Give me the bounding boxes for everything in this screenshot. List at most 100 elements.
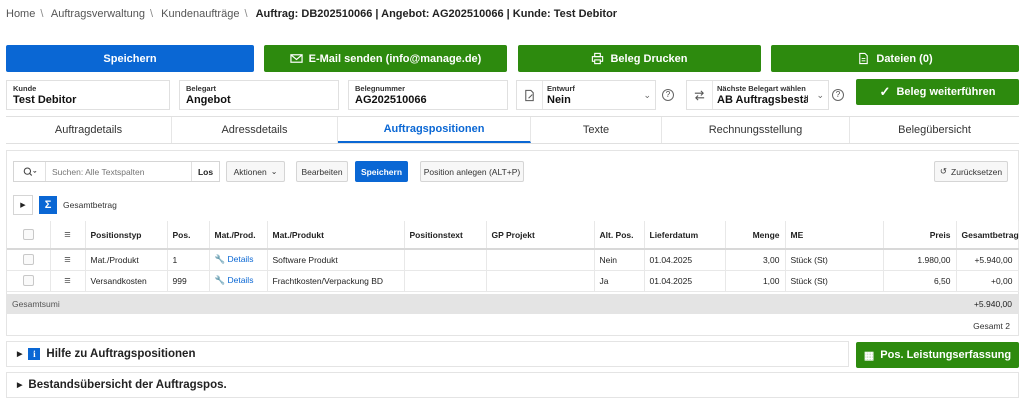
search-input[interactable] [46,166,191,177]
leistungserfassung-label: Pos. Leistungserfassung [880,349,1012,361]
row-checkbox[interactable] [7,270,51,292]
print-label: Beleg Drucken [610,52,688,65]
table-row[interactable]: ≡ Mat./Produkt 1 🔧 Details Software Prod… [7,249,1019,271]
expand-triangle-icon: ▶ [17,351,23,358]
col-preis[interactable]: Preis [883,221,957,250]
col-gesamtbetrag[interactable]: Gesamtbetrag [956,221,1019,250]
col-pos[interactable]: Pos. [167,221,210,250]
kunde-field[interactable]: Kunde Test Debitor [6,80,170,110]
aggregate-row: ▶ Σ Gesamtbetrag [13,195,117,215]
actions-menu-label: Aktionen [233,166,267,177]
entwurf-label: Entwurf [547,84,575,93]
next-belegart-label: Nächste Belegart wählen [717,84,806,93]
files-button[interactable]: Dateien (0) [771,45,1019,72]
aggregate-label: Gesamtbetrag [63,200,117,210]
total-row: Gesamtsumi +5.940,00 [7,294,1018,314]
col-alt-pos[interactable]: Alt. Pos. [594,221,645,250]
expand-triangle-icon[interactable]: ▶ [13,195,33,215]
details-link[interactable]: 🔧 Details [209,270,268,292]
help-section-toggle[interactable]: ▶ i Hilfe zu Auftragspositionen [6,341,849,367]
cell-menge: 1,00 [725,270,786,292]
tab-rechnungsstellung[interactable]: Rechnungsstellung [662,117,850,143]
save-button[interactable]: Speichern [6,45,254,72]
continue-document-button[interactable]: ✓ Beleg weiterführen [856,79,1019,105]
belegnummer-label: Belegnummer [355,84,406,93]
cell-gp-projekt [486,270,595,292]
grid-save-button[interactable]: Speichern [355,161,408,182]
edit-button[interactable]: Bearbeiten [296,161,348,182]
col-gp-projekt[interactable]: GP Projekt [486,221,595,250]
entwurf-help-icon[interactable]: ? [662,89,674,101]
col-me[interactable]: ME [785,221,884,250]
cell-lieferdatum: 01.04.2025 [644,249,726,271]
col-positionstyp[interactable]: Positionstyp [85,221,168,250]
row-checkbox[interactable] [7,249,51,271]
cell-produkt: Frachtkosten/Verpackung BD [267,270,405,292]
cell-positionstext [404,270,487,292]
col-lieferdatum[interactable]: Lieferdatum [644,221,726,250]
row-menu-icon[interactable]: ≡ [50,270,86,292]
entwurf-select[interactable]: Entwurf Nein ⌄ [516,80,656,110]
wrench-icon: 🔧 [214,275,226,285]
add-position-button[interactable]: Position anlegen (ALT+P) [420,161,524,182]
positions-panel: Los Aktionen ⌄ Bearbeiten Speichern Posi… [6,150,1019,336]
select-all-checkbox[interactable] [7,221,51,250]
tab-texte[interactable]: Texte [531,117,662,143]
details-link[interactable]: 🔧 Details [209,249,268,271]
belegart-value: Angebot [186,94,231,106]
breadcrumb-auftragsverwaltung[interactable]: Auftragsverwaltung [51,8,145,20]
cell-positionstyp: Versandkosten [85,270,168,292]
search-icon[interactable] [14,162,46,181]
tab-auftragdetails[interactable]: Auftragdetails [6,117,172,143]
sigma-icon[interactable]: Σ [39,196,57,214]
cell-preis: 1.980,00 [883,249,957,271]
row-menu-icon[interactable]: ≡ [50,249,86,271]
tab-adressdetails[interactable]: Adressdetails [172,117,338,143]
column-menu-icon[interactable]: ≡ [50,221,86,250]
cell-me: Stück (St) [785,249,884,271]
stock-section-toggle[interactable]: ▶ Bestandsübersicht der Auftragspos. [6,372,1019,398]
breadcrumb: Home \ Auftragsverwaltung \ Kundenaufträge… [6,8,618,20]
reset-button[interactable]: ↺ Zurücksetzen [934,161,1008,182]
wrench-icon: 🔧 [214,254,226,265]
expand-triangle-icon: ▶ [17,382,23,389]
reset-label: Zurücksetzen [951,166,1003,177]
cell-gesamtbetrag: +0,00 [956,270,1019,292]
col-mat-produkt[interactable]: Mat./Produkt [267,221,405,250]
send-email-label: E-Mail senden (info@manage.de) [308,52,482,65]
col-positionstext[interactable]: Positionstext [404,221,487,250]
row-count: Gesamt 2 [973,321,1010,331]
tab-auftragspositionen[interactable]: Auftragspositionen [338,117,531,143]
send-email-button[interactable]: E-Mail senden (info@manage.de) [264,45,507,72]
print-button[interactable]: Beleg Drucken [518,45,761,72]
leistungserfassung-button[interactable]: ▦ Pos. Leistungserfassung [856,342,1019,368]
breadcrumb-current: Auftrag: DB202510066 | Angebot: AG202510… [255,8,618,20]
belegnummer-value: AG202510066 [355,94,427,106]
cell-alt-pos: Nein [594,249,645,271]
cell-produkt: Software Produkt [267,249,405,271]
breadcrumb-home[interactable]: Home [6,8,35,20]
belegnummer-field[interactable]: Belegnummer AG202510066 [348,80,508,110]
list-settings-icon: ▦ [863,349,875,362]
next-belegart-help-icon[interactable]: ? [832,89,844,101]
files-label: Dateien (0) [876,52,933,65]
actions-menu-button[interactable]: Aktionen ⌄ [226,161,285,182]
breadcrumb-kundenauftraege[interactable]: Kundenaufträge [161,8,239,20]
belegart-field[interactable]: Belegart Angebot [179,80,339,110]
printer-icon [592,52,604,65]
col-mat-prod[interactable]: Mat./Prod. [209,221,268,250]
chevron-down-icon: ⌄ [270,167,278,176]
tab-beleguebersicht[interactable]: Belegübersicht [850,117,1019,143]
next-belegart-select[interactable]: Nächste Belegart wählen AB Auftragsbestä… [686,80,829,110]
continue-document-label: Beleg weiterführen [896,86,996,98]
table-row[interactable]: ≡ Versandkosten 999 🔧 Details Frachtkost… [7,270,1019,292]
tab-bar: Auftragdetails Adressdetails Auftragspos… [6,116,1019,144]
cell-positionstext [404,249,487,271]
search-go-button[interactable]: Los [191,162,219,181]
save-button-label: Speichern [103,52,157,65]
total-label: Gesamtsumi [12,299,60,309]
next-belegart-value: AB Auftragsbestätigung [717,94,808,106]
cell-lieferdatum: 01.04.2025 [644,270,726,292]
col-menge[interactable]: Menge [725,221,786,250]
search-box: Los [13,161,220,182]
